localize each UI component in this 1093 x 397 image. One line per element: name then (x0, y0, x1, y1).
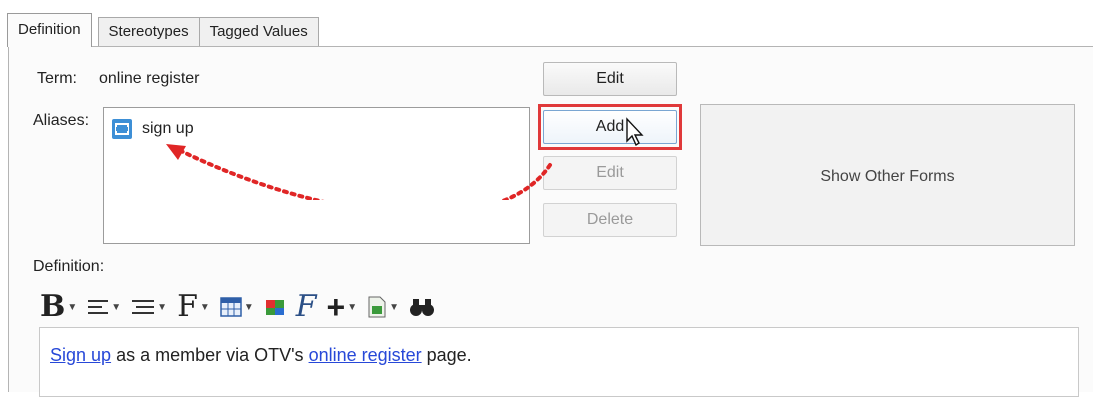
table-icon (220, 297, 242, 317)
dropdown-arrow-icon: ▼ (157, 301, 168, 313)
dropdown-arrow-icon: ▼ (67, 301, 78, 313)
format-button[interactable]: F (296, 292, 317, 322)
definition-text: as a member via OTV's (111, 345, 309, 365)
definition-link[interactable]: Sign up (50, 345, 111, 365)
show-other-forms-label: Show Other Forms (820, 168, 955, 185)
editor-toolbar: B ▼ ▼ ▼ F ▼ ▼ F + ▼ ▼ (40, 290, 435, 324)
dropdown-arrow-icon: ▼ (243, 301, 254, 313)
image-icon (368, 296, 386, 318)
color-button[interactable] (264, 292, 286, 322)
align-button[interactable]: ▼ (87, 292, 121, 322)
format-icon: F (295, 289, 317, 324)
term-edit-button[interactable]: Edit (543, 62, 677, 96)
dropdown-arrow-icon: ▼ (389, 301, 400, 313)
font-button[interactable]: F ▼ (177, 292, 210, 322)
definition-link[interactable]: online register (309, 345, 422, 365)
alias-delete-button[interactable]: Delete (543, 203, 677, 237)
font-icon: F (177, 289, 198, 324)
table-button[interactable]: ▼ (220, 292, 254, 322)
list-icon (132, 300, 155, 314)
insert-button[interactable]: + ▼ (326, 289, 358, 325)
dropdown-arrow-icon: ▼ (347, 301, 358, 313)
bold-button[interactable]: B ▼ (40, 292, 77, 322)
definition-editor[interactable]: Sign up as a member via OTV's online reg… (39, 327, 1079, 397)
color-icon (265, 300, 284, 315)
image-button[interactable]: ▼ (367, 292, 399, 322)
tab-definition[interactable]: Definition (7, 13, 92, 47)
show-other-forms-button[interactable]: Show Other Forms (700, 104, 1075, 246)
align-icon (88, 300, 109, 314)
mouse-cursor-icon (626, 117, 644, 147)
alias-edit-button[interactable]: Edit (543, 156, 677, 190)
bold-icon: B (40, 289, 66, 324)
dropdown-arrow-icon: ▼ (111, 301, 122, 313)
definition-label: Definition: (33, 258, 105, 275)
definition-text: page. (421, 345, 472, 365)
find-icon (410, 299, 435, 316)
find-button[interactable] (409, 292, 435, 322)
insert-icon: + (326, 289, 346, 325)
dropdown-arrow-icon: ▼ (199, 301, 210, 313)
list-button[interactable]: ▼ (131, 292, 167, 322)
